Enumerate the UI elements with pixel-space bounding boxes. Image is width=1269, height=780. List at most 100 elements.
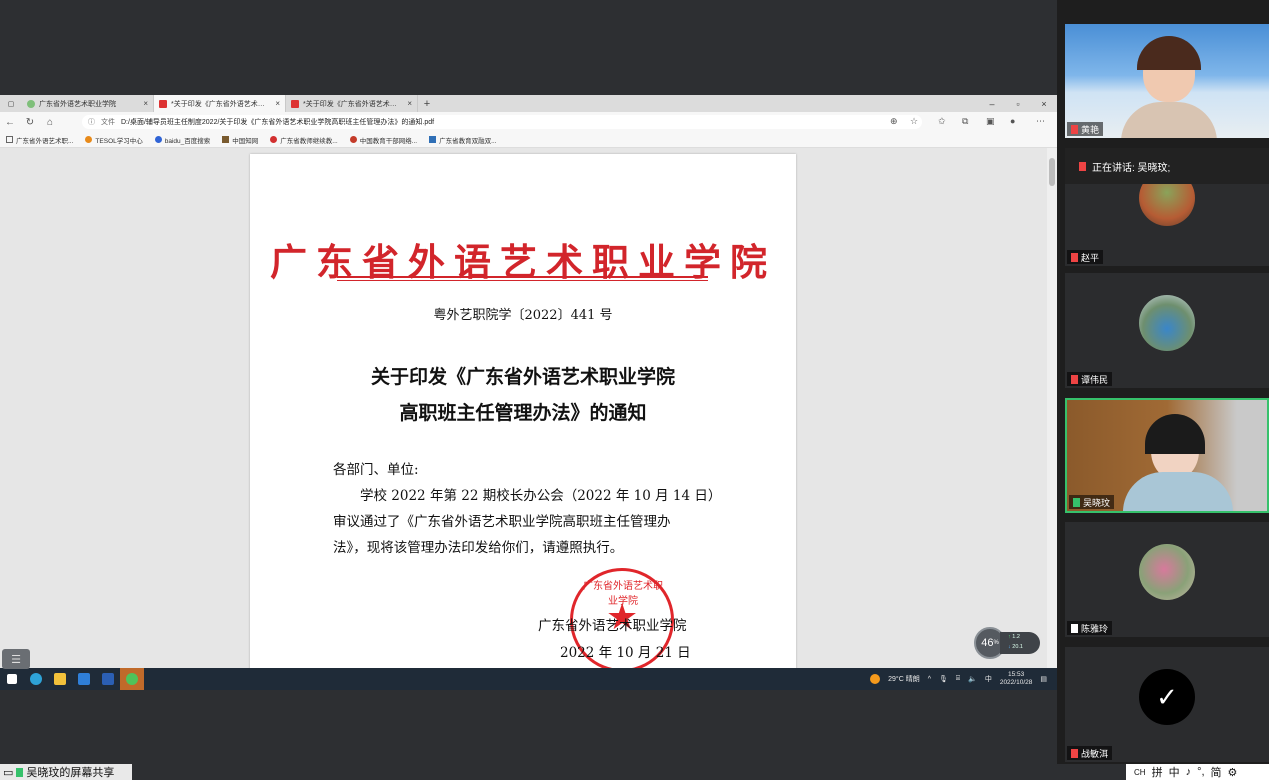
participant-video-tile[interactable]: 赵平 bbox=[1065, 184, 1269, 266]
tab-close-icon[interactable]: × bbox=[407, 99, 412, 108]
favorite-item[interactable]: 广东省教育双融双... bbox=[429, 135, 497, 145]
ime-punct[interactable]: °, bbox=[1197, 766, 1204, 778]
signing-organization: 广东省外语艺术职业学院 bbox=[538, 618, 687, 634]
ime-chinese[interactable]: 中 bbox=[1169, 764, 1180, 780]
volume-icon[interactable]: 🔈 bbox=[968, 675, 977, 683]
participant-name-tag: 陈雅玲 bbox=[1067, 621, 1113, 635]
participant-video-tile[interactable]: 谭伟民 bbox=[1065, 273, 1269, 388]
upload-arrow-icon: ↑ bbox=[1008, 634, 1011, 640]
screen: ▢ 广东省外语艺术职业学院 × *关于印发《广东省外语艺术职业… × *关于印发… bbox=[0, 0, 1269, 780]
participant-video-tile-active[interactable]: 吴晓玟 bbox=[1065, 398, 1269, 513]
person-hair bbox=[1137, 36, 1201, 70]
network-speed-widget[interactable]: 46% ↑ 1.2 ↓ 20.1 bbox=[974, 626, 1040, 660]
pdf-icon bbox=[291, 99, 299, 108]
meeting-menu-button[interactable]: ☰ bbox=[2, 649, 30, 669]
restore-button[interactable]: ▫ bbox=[1006, 95, 1030, 112]
more-menu-icon[interactable]: ⋯ bbox=[1036, 116, 1045, 127]
wechat-icon bbox=[126, 673, 138, 685]
url-text[interactable]: D:/桌面/辅导员班主任制度2022/关于印发《广东省外语艺术职业学院高职班主任… bbox=[121, 117, 434, 127]
document-body-line: 法》，现将该管理办法印发给你们，请遵照执行。 bbox=[333, 540, 624, 556]
vertical-scrollbar[interactable] bbox=[1047, 148, 1057, 668]
person-hair bbox=[1145, 414, 1205, 454]
tab-close-icon[interactable]: × bbox=[275, 99, 280, 108]
favorite-star-icon[interactable]: ☆ bbox=[910, 116, 918, 127]
weather-text[interactable]: 29°C 晴朗 bbox=[888, 674, 920, 684]
tray-chevron-icon[interactable]: ^ bbox=[928, 676, 931, 683]
ime-lang[interactable]: CH bbox=[1134, 768, 1146, 777]
start-button[interactable] bbox=[0, 668, 24, 690]
clock[interactable]: 15:53 2022/10/28 bbox=[1000, 671, 1033, 687]
network-icon[interactable]: ⌸ bbox=[956, 675, 960, 683]
participant-video-tile[interactable]: 陈雅玲 bbox=[1065, 522, 1269, 637]
ime-simplified[interactable]: 简 bbox=[1211, 764, 1222, 780]
edge-icon bbox=[30, 673, 42, 685]
taskbar-app[interactable] bbox=[72, 668, 96, 690]
taskbar-word[interactable] bbox=[96, 668, 120, 690]
zoom-icon[interactable]: ⊕ bbox=[890, 116, 898, 127]
taskbar-edge[interactable] bbox=[24, 668, 48, 690]
info-icon[interactable]: ⓘ bbox=[88, 117, 95, 127]
participant-avatar bbox=[1139, 295, 1195, 351]
notification-icon[interactable]: ▤ bbox=[1040, 675, 1047, 683]
tab-pdf-active[interactable]: *关于印发《广东省外语艺术职业… × bbox=[154, 95, 286, 112]
mic-muted-icon bbox=[1071, 748, 1078, 758]
tab-college-site[interactable]: 广东省外语艺术职业学院 × bbox=[22, 95, 154, 112]
mic-muted-icon bbox=[1071, 252, 1078, 262]
tab-pdf[interactable]: *关于印发《广东省外语艺术职业… × bbox=[286, 95, 418, 112]
screen-share-label[interactable]: ▭ 吴晓玟的屏幕共享 bbox=[0, 764, 132, 780]
favorites-list-icon[interactable]: ✩ bbox=[938, 116, 946, 127]
back-icon[interactable]: ← bbox=[0, 117, 20, 128]
favorite-item[interactable]: baidu_百度搜索 bbox=[154, 135, 210, 145]
extension-icon[interactable]: ▣ bbox=[986, 116, 995, 127]
taskbar-wechat[interactable] bbox=[120, 668, 144, 690]
folder-icon bbox=[54, 673, 66, 685]
ime-toolbar[interactable]: CH 拼 中 ♪ °, 简 ⚙ bbox=[1126, 764, 1269, 780]
document-body-line: 审议通过了《广东省外语艺术职业学院高职班主任管理办 bbox=[333, 514, 671, 530]
tab-label: 广东省外语艺术职业学院 bbox=[39, 100, 116, 108]
url-field[interactable]: ⓘ 文件 D:/桌面/辅导员班主任制度2022/关于印发《广东省外语艺术职业学院… bbox=[82, 115, 922, 129]
speaking-indicator: 正在讲话: 吴晓玟; bbox=[1065, 148, 1269, 184]
education-icon bbox=[270, 136, 278, 143]
address-bar-row: ← ↻ ⌂ ⓘ 文件 D:/桌面/辅导员班主任制度2022/关于印发《广东省外语… bbox=[0, 112, 1057, 132]
document-title-line1: 关于印发《广东省外语艺术职业学院 bbox=[370, 366, 675, 388]
favorite-item[interactable]: 广东省教师继续教... bbox=[270, 135, 338, 145]
education-icon bbox=[349, 136, 357, 143]
ime-settings-icon[interactable]: ⚙ bbox=[1228, 766, 1238, 779]
document-salutation: 各部门、单位: bbox=[333, 462, 419, 478]
red-rule-thick bbox=[337, 276, 708, 278]
close-window-button[interactable]: × bbox=[1032, 95, 1056, 112]
tab-close-icon[interactable]: × bbox=[143, 99, 148, 108]
shared-browser-window: ▢ 广东省外语艺术职业学院 × *关于印发《广东省外语艺术职业… × *关于印发… bbox=[0, 95, 1057, 690]
microphone-icon[interactable]: 🎙 bbox=[939, 675, 948, 683]
document-title-line2: 高职班主任管理办法》的通知 bbox=[399, 402, 647, 424]
tab-strip: ▢ 广东省外语艺术职业学院 × *关于印发《广东省外语艺术职业… × *关于印发… bbox=[0, 95, 1057, 112]
tab-actions-icon[interactable]: ▢ bbox=[0, 95, 22, 112]
home-icon[interactable]: ⌂ bbox=[40, 117, 60, 128]
pdf-viewer[interactable]: 广东省外语艺术职业学院 粤外艺职院学〔2022〕441 号 关于印发《广东省外语… bbox=[0, 148, 1057, 668]
minimize-button[interactable]: – bbox=[980, 95, 1004, 112]
document-number: 粤外艺职院学〔2022〕441 号 bbox=[433, 308, 613, 323]
red-rule-thin bbox=[337, 280, 708, 281]
ime-moon-icon[interactable]: ♪ bbox=[1186, 766, 1192, 778]
favorite-item[interactable]: 中国知网 bbox=[222, 135, 258, 145]
ime-pinyin[interactable]: 拼 bbox=[1152, 764, 1163, 780]
profile-avatar-icon[interactable]: ● bbox=[1010, 116, 1015, 126]
tab-label: *关于印发《广东省外语艺术职业… bbox=[171, 100, 272, 108]
person-shoulders bbox=[1123, 472, 1233, 511]
taskbar-explorer[interactable] bbox=[48, 668, 72, 690]
participant-avatar bbox=[1139, 184, 1195, 226]
participant-video-tile[interactable]: ✓ 战敏洱 bbox=[1065, 647, 1269, 762]
favorite-item[interactable]: 广东省外语艺术职... bbox=[6, 135, 73, 145]
favorite-item[interactable]: TESOL学习中心 bbox=[85, 135, 143, 145]
favorite-item[interactable]: 中国教育干部网络... bbox=[349, 135, 417, 145]
ime-indicator[interactable]: 中 bbox=[985, 674, 992, 684]
scrollbar-thumb[interactable] bbox=[1049, 158, 1055, 186]
weather-sun-icon bbox=[870, 674, 881, 684]
participant-name-tag: 战敏洱 bbox=[1067, 746, 1113, 760]
new-tab-button[interactable]: + bbox=[418, 95, 436, 112]
pdf-icon bbox=[159, 99, 167, 108]
mic-muted-icon bbox=[1071, 124, 1078, 134]
collections-icon[interactable]: ⧉ bbox=[962, 116, 968, 127]
participant-video-tile[interactable]: 黄艳 bbox=[1065, 24, 1269, 138]
refresh-icon[interactable]: ↻ bbox=[20, 117, 40, 128]
